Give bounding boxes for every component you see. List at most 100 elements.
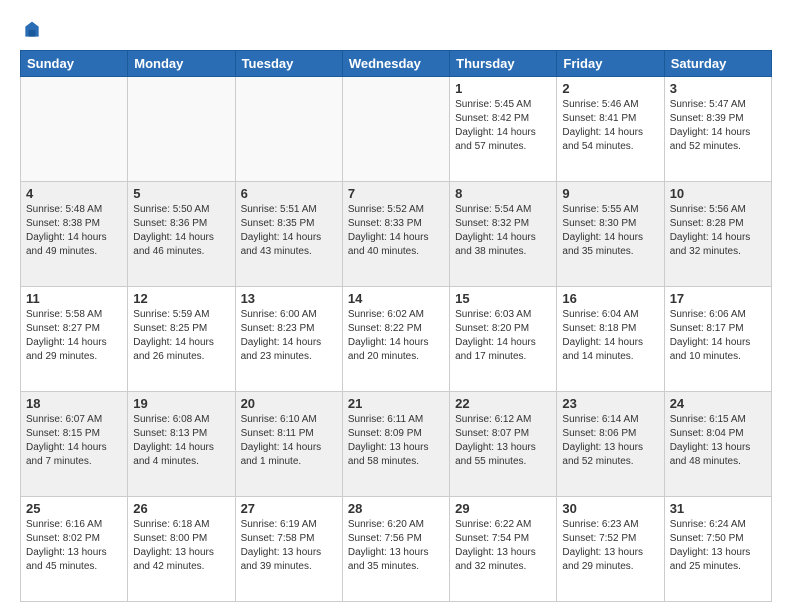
week-row-1: 1 Sunrise: 5:45 AM Sunset: 8:42 PM Daylig… <box>21 77 772 182</box>
day-info: Sunrise: 6:14 AM Sunset: 8:06 PM Dayligh… <box>562 413 658 469</box>
calendar-cell <box>235 77 342 182</box>
day-info: Sunrise: 6:18 AM Sunset: 8:00 PM Dayligh… <box>133 518 229 574</box>
day-number: 30 <box>562 501 658 516</box>
calendar-cell: 26Sunrise: 6:18 AM Sunset: 8:00 PM Dayli… <box>128 497 235 602</box>
calendar-cell: 3 Sunrise: 5:47 AM Sunset: 8:39 PM Daylig… <box>664 77 771 182</box>
calendar-cell: 24 Sunrise: 6:15 AM Sunset: 8:04 PM Dayli… <box>664 392 771 497</box>
week-row-2: 4 Sunrise: 5:48 AM Sunset: 8:38 PM Daylig… <box>21 182 772 287</box>
day-info: Sunrise: 6:24 AM Sunset: 7:50 PM Dayligh… <box>670 518 766 574</box>
day-info: Sunrise: 6:02 AM Sunset: 8:22 PM Dayligh… <box>348 308 444 364</box>
logo <box>20 20 42 40</box>
day-number: 4 <box>26 186 122 201</box>
week-row-4: 18 Sunrise: 6:07 AM Sunset: 8:15 PM Dayli… <box>21 392 772 497</box>
weekday-header-row: SundayMondayTuesdayWednesdayThursdayFrid… <box>21 51 772 77</box>
page: SundayMondayTuesdayWednesdayThursdayFrid… <box>0 0 792 612</box>
day-info: Sunrise: 6:07 AM Sunset: 8:15 PM Dayligh… <box>26 413 122 469</box>
weekday-sunday: Sunday <box>21 51 128 77</box>
calendar-cell: 28 Sunrise: 6:20 AM Sunset: 7:56 PM Dayli… <box>342 497 449 602</box>
day-number: 28 <box>348 501 444 516</box>
day-info: Sunrise: 5:56 AM Sunset: 8:28 PM Dayligh… <box>670 203 766 259</box>
day-info: Sunrise: 6:06 AM Sunset: 8:17 PM Dayligh… <box>670 308 766 364</box>
day-info: Sunrise: 6:12 AM Sunset: 8:07 PM Dayligh… <box>455 413 551 469</box>
calendar-table: SundayMondayTuesdayWednesdayThursdayFrid… <box>20 50 772 602</box>
day-info: Sunrise: 6:11 AM Sunset: 8:09 PM Dayligh… <box>348 413 444 469</box>
day-info: Sunrise: 5:50 AM Sunset: 8:36 PM Dayligh… <box>133 203 229 259</box>
day-info: Sunrise: 5:48 AM Sunset: 8:38 PM Dayligh… <box>26 203 122 259</box>
day-number: 3 <box>670 81 766 96</box>
day-info: Sunrise: 6:20 AM Sunset: 7:56 PM Dayligh… <box>348 518 444 574</box>
day-info: Sunrise: 6:08 AM Sunset: 8:13 PM Dayligh… <box>133 413 229 469</box>
calendar-cell: 18 Sunrise: 6:07 AM Sunset: 8:15 PM Dayli… <box>21 392 128 497</box>
calendar-cell: 27 Sunrise: 6:19 AM Sunset: 7:58 PM Dayli… <box>235 497 342 602</box>
calendar-cell: 21 Sunrise: 6:11 AM Sunset: 8:09 PM Dayli… <box>342 392 449 497</box>
day-number: 22 <box>455 396 551 411</box>
day-number: 18 <box>26 396 122 411</box>
day-info: Sunrise: 6:22 AM Sunset: 7:54 PM Dayligh… <box>455 518 551 574</box>
day-number: 2 <box>562 81 658 96</box>
calendar-cell: 11 Sunrise: 5:58 AM Sunset: 8:27 PM Dayli… <box>21 287 128 392</box>
weekday-monday: Monday <box>128 51 235 77</box>
day-number: 24 <box>670 396 766 411</box>
calendar-cell: 16Sunrise: 6:04 AM Sunset: 8:18 PM Dayli… <box>557 287 664 392</box>
day-number: 23 <box>562 396 658 411</box>
day-number: 27 <box>241 501 337 516</box>
header <box>20 20 772 40</box>
calendar-cell: 20 Sunrise: 6:10 AM Sunset: 8:11 PM Dayli… <box>235 392 342 497</box>
day-number: 19 <box>133 396 229 411</box>
calendar-cell: 8Sunrise: 5:54 AM Sunset: 8:32 PM Daylig… <box>450 182 557 287</box>
day-info: Sunrise: 6:19 AM Sunset: 7:58 PM Dayligh… <box>241 518 337 574</box>
day-info: Sunrise: 5:45 AM Sunset: 8:42 PM Dayligh… <box>455 98 551 154</box>
day-number: 11 <box>26 291 122 306</box>
weekday-tuesday: Tuesday <box>235 51 342 77</box>
calendar-cell: 4 Sunrise: 5:48 AM Sunset: 8:38 PM Daylig… <box>21 182 128 287</box>
day-number: 7 <box>348 186 444 201</box>
weekday-wednesday: Wednesday <box>342 51 449 77</box>
day-number: 14 <box>348 291 444 306</box>
calendar-cell: 12 Sunrise: 5:59 AM Sunset: 8:25 PM Dayli… <box>128 287 235 392</box>
calendar-cell: 19 Sunrise: 6:08 AM Sunset: 8:13 PM Dayli… <box>128 392 235 497</box>
day-number: 10 <box>670 186 766 201</box>
day-info: Sunrise: 6:15 AM Sunset: 8:04 PM Dayligh… <box>670 413 766 469</box>
day-number: 25 <box>26 501 122 516</box>
day-info: Sunrise: 5:59 AM Sunset: 8:25 PM Dayligh… <box>133 308 229 364</box>
logo-icon <box>22 20 42 40</box>
day-number: 21 <box>348 396 444 411</box>
calendar-cell: 1 Sunrise: 5:45 AM Sunset: 8:42 PM Daylig… <box>450 77 557 182</box>
day-number: 12 <box>133 291 229 306</box>
day-info: Sunrise: 6:10 AM Sunset: 8:11 PM Dayligh… <box>241 413 337 469</box>
calendar-cell: 9 Sunrise: 5:55 AM Sunset: 8:30 PM Daylig… <box>557 182 664 287</box>
calendar-cell: 15Sunrise: 6:03 AM Sunset: 8:20 PM Dayli… <box>450 287 557 392</box>
calendar-cell: 10 Sunrise: 5:56 AM Sunset: 8:28 PM Dayli… <box>664 182 771 287</box>
day-info: Sunrise: 6:23 AM Sunset: 7:52 PM Dayligh… <box>562 518 658 574</box>
day-number: 17 <box>670 291 766 306</box>
calendar-cell: 25Sunrise: 6:16 AM Sunset: 8:02 PM Dayli… <box>21 497 128 602</box>
calendar-cell: 31 Sunrise: 6:24 AM Sunset: 7:50 PM Dayli… <box>664 497 771 602</box>
day-number: 9 <box>562 186 658 201</box>
day-number: 31 <box>670 501 766 516</box>
day-info: Sunrise: 5:55 AM Sunset: 8:30 PM Dayligh… <box>562 203 658 259</box>
calendar-cell <box>21 77 128 182</box>
day-info: Sunrise: 5:46 AM Sunset: 8:41 PM Dayligh… <box>562 98 658 154</box>
calendar-cell: 29Sunrise: 6:22 AM Sunset: 7:54 PM Dayli… <box>450 497 557 602</box>
calendar-cell: 30 Sunrise: 6:23 AM Sunset: 7:52 PM Dayli… <box>557 497 664 602</box>
calendar-cell: 23 Sunrise: 6:14 AM Sunset: 8:06 PM Dayli… <box>557 392 664 497</box>
day-number: 6 <box>241 186 337 201</box>
week-row-3: 11 Sunrise: 5:58 AM Sunset: 8:27 PM Dayli… <box>21 287 772 392</box>
calendar-cell: 6Sunrise: 5:51 AM Sunset: 8:35 PM Daylig… <box>235 182 342 287</box>
calendar-cell: 13Sunrise: 6:00 AM Sunset: 8:23 PM Dayli… <box>235 287 342 392</box>
calendar-cell: 5 Sunrise: 5:50 AM Sunset: 8:36 PM Daylig… <box>128 182 235 287</box>
day-info: Sunrise: 5:52 AM Sunset: 8:33 PM Dayligh… <box>348 203 444 259</box>
day-number: 1 <box>455 81 551 96</box>
day-number: 20 <box>241 396 337 411</box>
day-info: Sunrise: 5:54 AM Sunset: 8:32 PM Dayligh… <box>455 203 551 259</box>
day-info: Sunrise: 6:03 AM Sunset: 8:20 PM Dayligh… <box>455 308 551 364</box>
calendar-cell: 2 Sunrise: 5:46 AM Sunset: 8:41 PM Daylig… <box>557 77 664 182</box>
weekday-saturday: Saturday <box>664 51 771 77</box>
day-info: Sunrise: 5:47 AM Sunset: 8:39 PM Dayligh… <box>670 98 766 154</box>
day-number: 5 <box>133 186 229 201</box>
calendar-cell: 22 Sunrise: 6:12 AM Sunset: 8:07 PM Dayli… <box>450 392 557 497</box>
week-row-5: 25Sunrise: 6:16 AM Sunset: 8:02 PM Dayli… <box>21 497 772 602</box>
weekday-friday: Friday <box>557 51 664 77</box>
day-info: Sunrise: 5:58 AM Sunset: 8:27 PM Dayligh… <box>26 308 122 364</box>
calendar-cell: 7 Sunrise: 5:52 AM Sunset: 8:33 PM Daylig… <box>342 182 449 287</box>
